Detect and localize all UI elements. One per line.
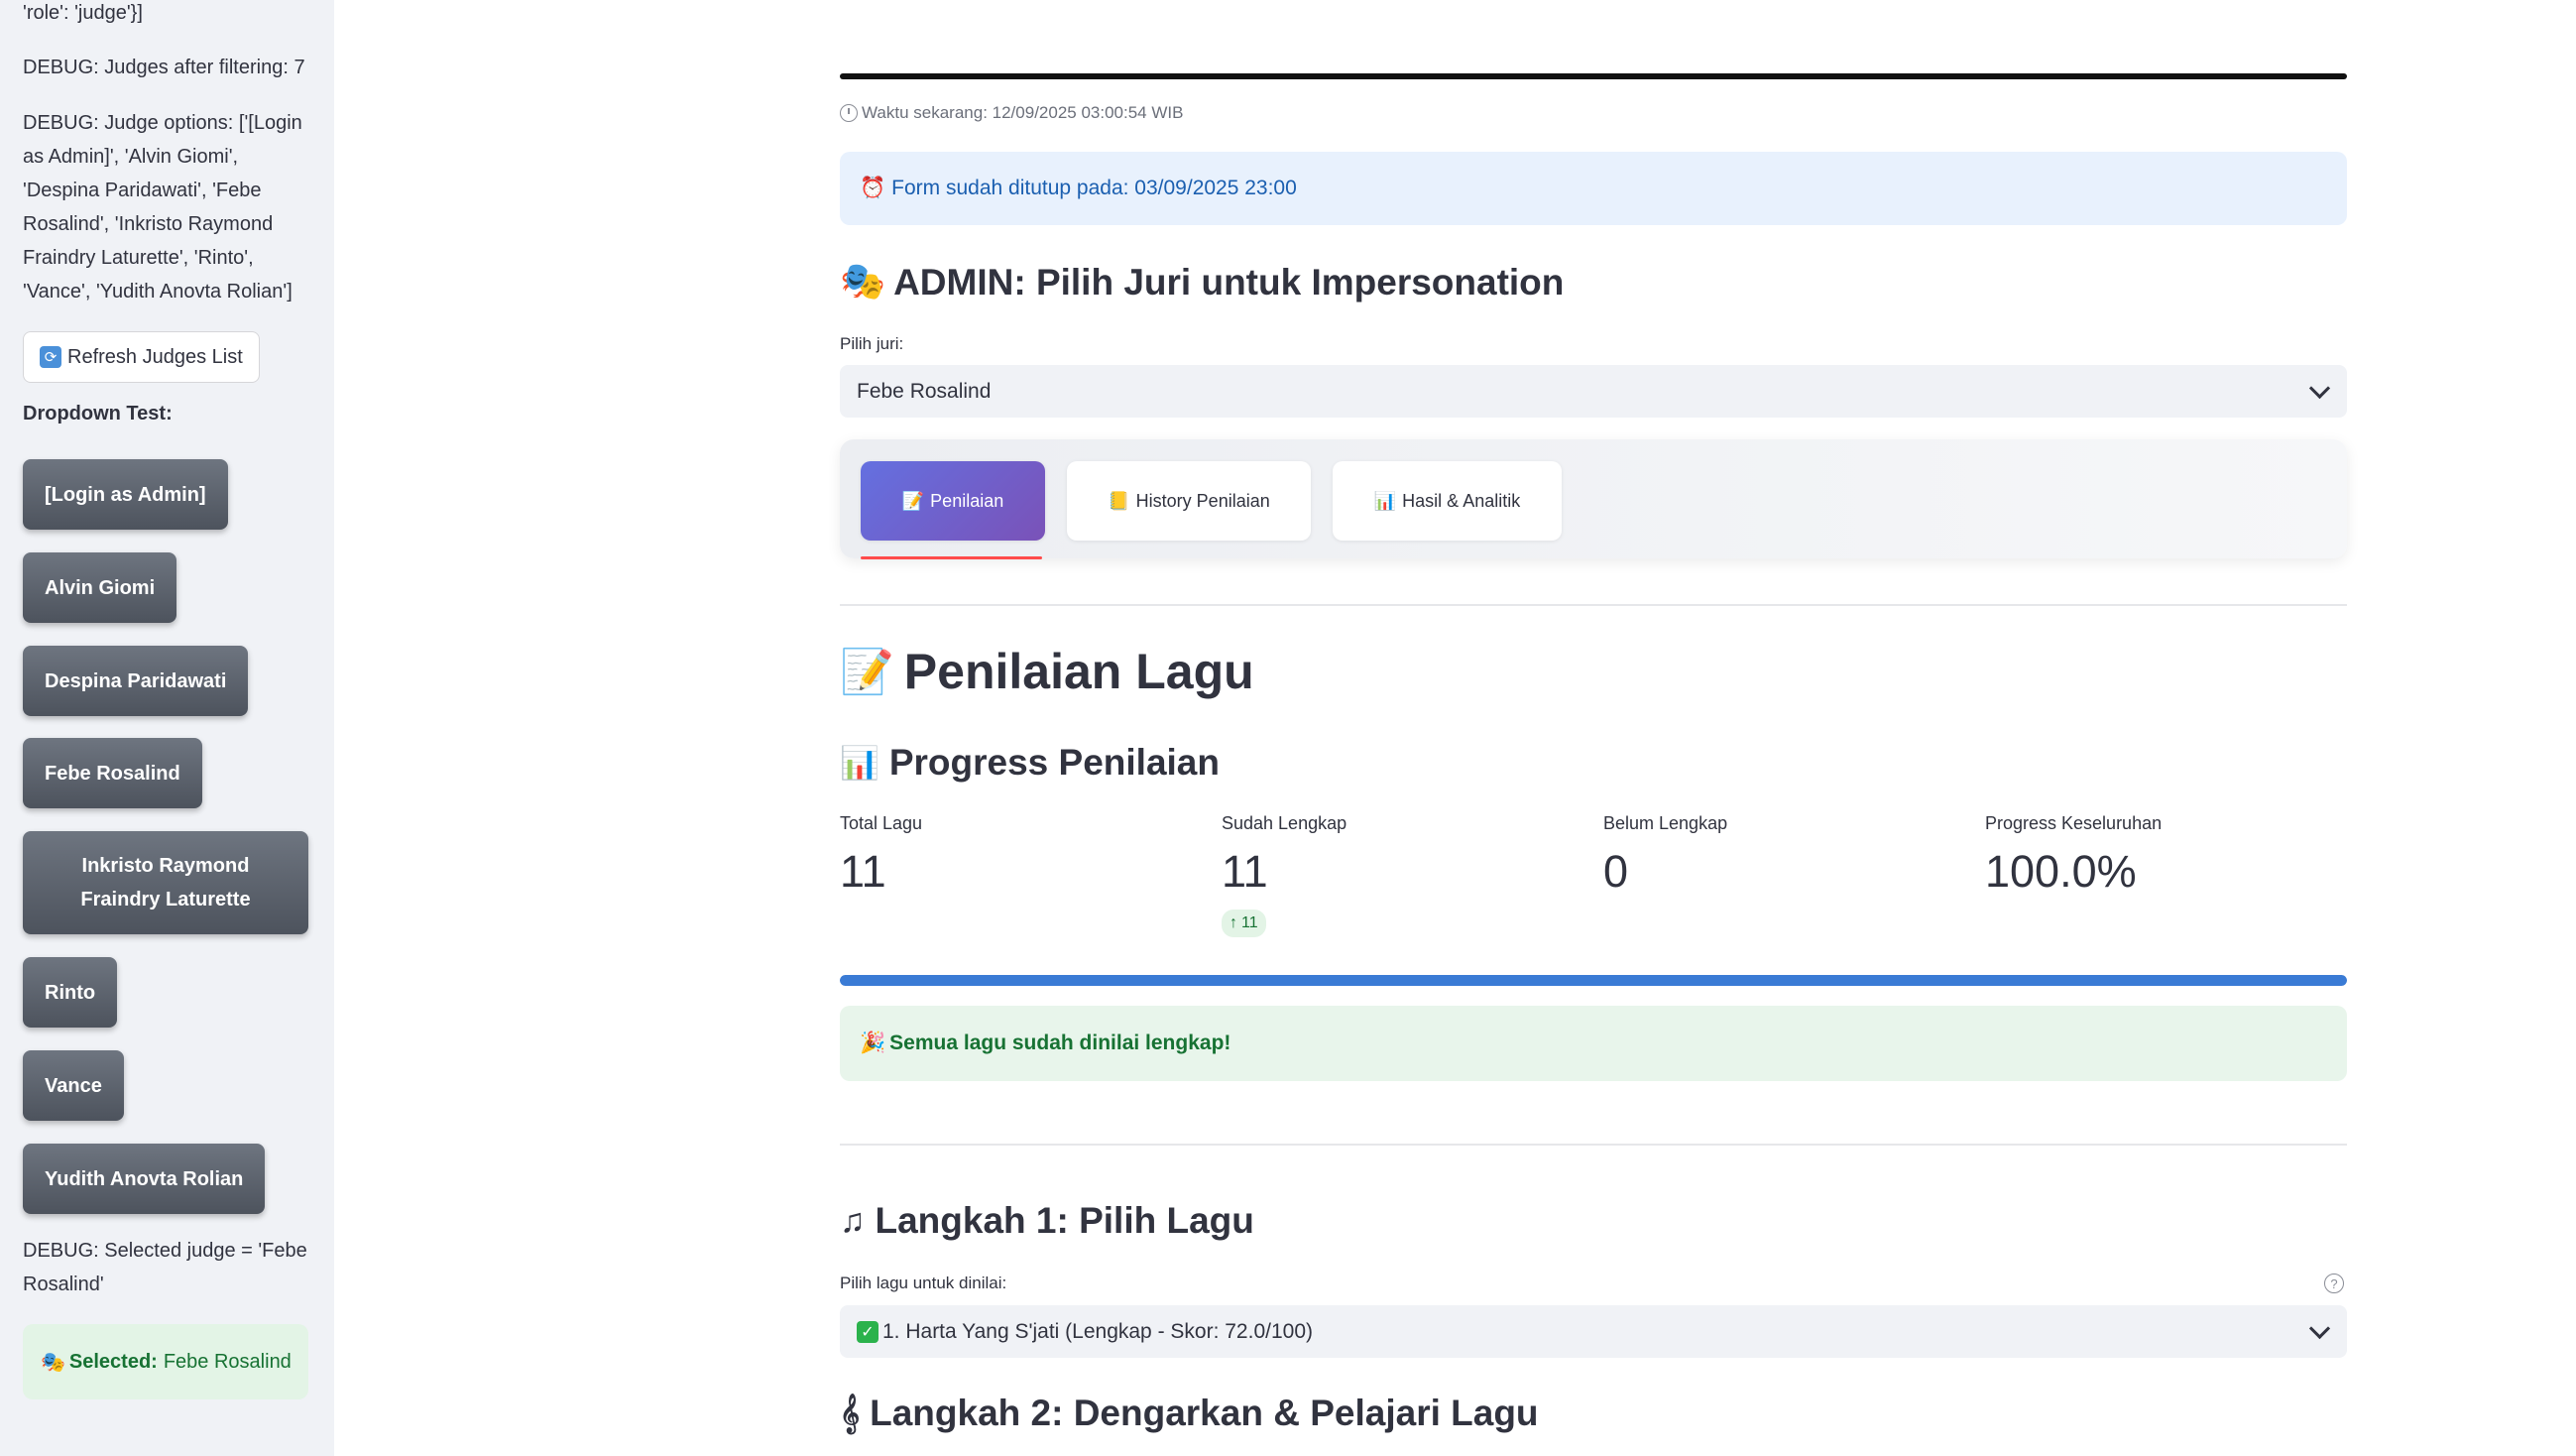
performing-arts-icon: 🎭 [41,1351,65,1374]
debug-role-text: 'role': 'judge'}] [23,2,143,24]
tab-history-penilaian[interactable]: 📒 History Penilaian [1067,461,1311,541]
clock-icon [840,104,858,122]
progress-bar [840,975,2347,986]
tab-bar: 📝 Penilaian 📒 History Penilaian 📊 Hasil … [840,439,2347,559]
judge-button-label: Vance [45,1074,102,1097]
judge-button-vance[interactable]: Vance [23,1050,124,1121]
judge-button-label: Yudith Anovta Rolian [45,1167,244,1190]
judge-button-label: Febe Rosalind [45,762,180,785]
selected-value: Febe Rosalind [163,1350,292,1373]
judge-select-label: Pilih juri: [840,334,904,353]
active-tab-indicator [861,556,1042,559]
debug-judge-options: DEBUG: Judge options: ['[Login as Admin]… [23,112,302,303]
music-note-icon: ♫ [840,1201,866,1240]
metric-total-lagu-label: Total Lagu [840,813,923,833]
page-title: 📝 Penilaian Lagu [840,643,1254,700]
admin-heading-text: ADMIN: Pilih Juri untuk Impersonation [893,261,1565,303]
memo-icon: 📝 [840,648,894,696]
step1-heading-text: Langkah 1: Pilih Lagu [875,1200,1254,1241]
alarm-clock-icon: ⏰ [860,177,886,199]
admin-heading: 🎭 ADMIN: Pilih Juri untuk Impersonation [840,261,1564,303]
metric-belum-lengkap-value: 0 [1603,846,1629,897]
judge-button-login-admin[interactable]: [Login as Admin] [23,459,228,530]
refresh-icon: ⟳ [40,346,61,368]
tab-label: Penilaian [930,490,1004,511]
sidebar: 'role': 'judge'}] DEBUG: Judges after fi… [0,0,334,1456]
divider [840,1144,2347,1146]
tab-label: Hasil & Analitik [1402,490,1521,511]
judge-button-despina-paridawati[interactable]: Despina Paridawati [23,646,249,716]
ledger-icon: 📒 [1108,490,1130,511]
page-title-text: Penilaian Lagu [903,644,1254,699]
judge-button-alvin-giomi[interactable]: Alvin Giomi [23,552,177,623]
tab-penilaian[interactable]: 📝 Penilaian [861,461,1045,541]
debug-judges-count: DEBUG: Judges after filtering: 7 [23,57,305,78]
metric-total-lagu-value: 11 [840,846,886,897]
form-closed-alert: ⏰ Form sudah ditutup pada: 03/09/2025 23… [840,152,2347,225]
party-popper-icon: 🎉 [860,1031,886,1054]
debug-selected-judge: DEBUG: Selected judge = 'Febe Rosalind' [23,1240,307,1295]
selected-label: Selected: [68,1350,158,1373]
judge-button-label: [Login as Admin] [45,483,206,506]
musical-score-icon: 𝄞 [840,1394,861,1432]
refresh-judges-button[interactable]: ⟳ Refresh Judges List [23,331,260,383]
song-select[interactable]: ✓ 1. Harta Yang S'jati (Lengkap - Skor: … [840,1305,2347,1358]
progress-heading-text: Progress Penilaian [888,742,1220,783]
form-closed-text: Form sudah ditutup pada: 03/09/2025 23:0… [891,177,1297,199]
judge-button-yudith[interactable]: Yudith Anovta Rolian [23,1144,266,1214]
refresh-judges-label: Refresh Judges List [67,345,243,368]
song-select-value: 1. Harta Yang S'jati (Lengkap - Skor: 72… [882,1319,1313,1343]
memo-icon: 📝 [901,490,925,511]
metric-progress-label: Progress Keseluruhan [1985,813,2163,833]
tab-hasil-analitik[interactable]: 📊 Hasil & Analitik [1333,461,1562,541]
judge-select[interactable]: Febe Rosalind [840,365,2347,418]
step2-heading-text: Langkah 2: Dengarkan & Pelajari Lagu [870,1393,1539,1433]
judge-select-value: Febe Rosalind [857,379,992,403]
judge-button-label: Despina Paridawati [45,669,227,692]
metric-delta-badge: ↑ 11 [1222,910,1266,937]
metric-belum-lengkap-label: Belum Lengkap [1603,813,1728,833]
judge-button-rinto[interactable]: Rinto [23,957,118,1028]
step2-heading: 𝄞 Langkah 2: Dengarkan & Pelajari Lagu [840,1393,1539,1434]
dropdown-test-label: Dropdown Test: [23,403,173,425]
current-time-text: Waktu sekarang: 12/09/2025 03:00:54 WIB [862,103,1184,122]
success-alert: 🎉 Semua lagu sudah dinilai lengkap! [840,1006,2347,1081]
chevron-down-icon [2308,377,2331,400]
help-icon[interactable]: ? [2324,1274,2344,1293]
top-divider-bar [840,73,2347,79]
step1-heading: ♫ Langkah 1: Pilih Lagu [840,1200,1254,1242]
judge-button-label: Alvin Giomi [45,576,156,599]
bar-chart-icon: 📊 [840,745,879,781]
song-select-value-wrap: ✓ 1. Harta Yang S'jati (Lengkap - Skor: … [857,1320,1313,1344]
chevron-down-icon [2308,1317,2331,1340]
bar-chart-icon: 📊 [1373,490,1397,511]
selected-judge-box: 🎭 Selected: Febe Rosalind [23,1324,308,1399]
tab-label: History Penilaian [1135,490,1270,511]
progress-heading: 📊 Progress Penilaian [840,742,1220,784]
metric-progress-value: 100.0% [1985,846,2137,897]
song-select-label: Pilih lagu untuk dinilai: [840,1274,1007,1292]
metric-sudah-lengkap-value: 11 [1222,846,1268,897]
divider [840,604,2347,606]
judge-button-febe-rosalind[interactable]: Febe Rosalind [23,738,202,808]
metric-sudah-lengkap-label: Sudah Lengkap [1222,813,1347,833]
metric-delta-value: 11 [1241,914,1258,931]
success-text: Semua lagu sudah dinilai lengkap! [889,1031,1231,1054]
judge-button-inkristo[interactable]: Inkristo Raymond Fraindry Laturette [23,831,308,934]
judge-button-label: Inkristo Raymond Fraindry Laturette [80,855,251,910]
current-time: Waktu sekarang: 12/09/2025 03:00:54 WIB [840,103,1183,123]
judge-button-label: Rinto [45,981,96,1004]
arrow-up-icon: ↑ [1229,914,1237,931]
performing-arts-icon: 🎭 [840,261,886,302]
progress-bar-fill [840,975,2347,986]
check-mark-icon: ✓ [857,1320,878,1343]
